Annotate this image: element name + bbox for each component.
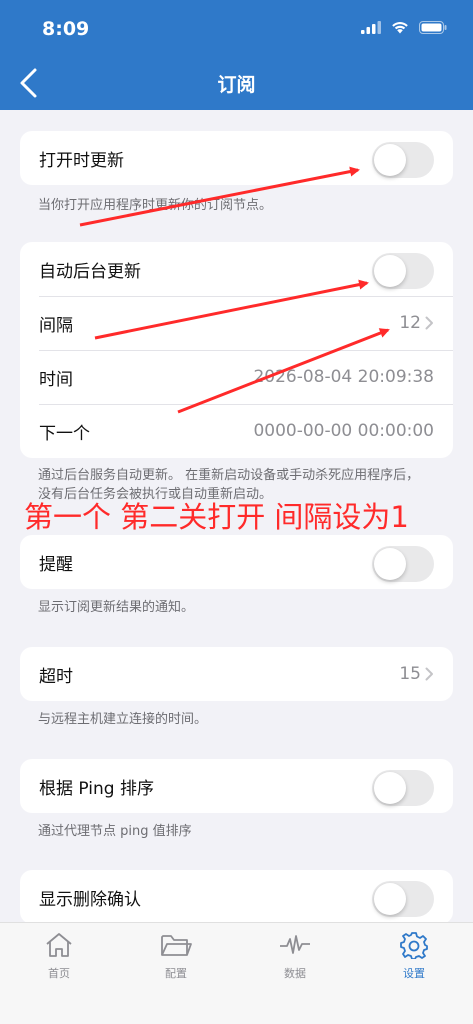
time-label: 时间: [39, 369, 73, 390]
status-time: 8:09: [42, 18, 90, 40]
tab-home[interactable]: 首页: [19, 931, 99, 981]
timeout-row[interactable]: 超时 15: [20, 647, 453, 701]
delete-confirm-label: 显示删除确认: [39, 889, 141, 910]
auto-update-row[interactable]: 自动后台更新: [20, 242, 453, 296]
chevron-right-icon: [425, 667, 433, 681]
timeout-label: 超时: [39, 666, 73, 687]
reminder-note: 显示订阅更新结果的通知。: [38, 600, 195, 615]
reminder-toggle[interactable]: [372, 546, 434, 582]
folder-icon: [161, 935, 192, 956]
timeout-value: 15: [399, 664, 421, 684]
tab-settings[interactable]: 设置: [374, 931, 454, 981]
interval-value: 12: [399, 313, 421, 333]
battery-icon: [419, 21, 447, 34]
timeout-card: 超时 15: [20, 647, 453, 701]
next-label: 下一个: [39, 423, 90, 444]
gear-icon: [400, 932, 428, 959]
tab-bar: 首页 配置 数据 设置: [0, 922, 473, 1024]
tab-settings-label: 设置: [403, 967, 425, 980]
ping-sort-label: 根据 Ping 排序: [39, 778, 154, 799]
interval-row[interactable]: 间隔 12: [20, 296, 453, 350]
time-value: 2026-08-04 20:09:38: [253, 367, 434, 387]
delete-confirm-toggle[interactable]: [372, 881, 434, 917]
cellular-signal-icon: [361, 21, 381, 34]
reminder-card: 提醒: [20, 535, 453, 589]
tab-data-label: 数据: [284, 967, 306, 980]
open-update-label: 打开时更新: [39, 150, 124, 171]
delete-confirm-card: 显示删除确认: [20, 870, 453, 924]
pulse-icon: [280, 935, 310, 954]
next-row: 下一个 0000-00-00 00:00:00: [20, 404, 453, 458]
interval-label: 间隔: [39, 315, 73, 336]
open-update-row[interactable]: 打开时更新: [20, 131, 453, 185]
home-icon: [46, 933, 72, 957]
open-update-card: 打开时更新: [20, 131, 453, 185]
ping-sort-toggle[interactable]: [372, 770, 434, 806]
open-update-toggle[interactable]: [372, 142, 434, 178]
status-bar: 8:09: [0, 0, 473, 56]
chevron-right-icon: [425, 316, 433, 330]
auto-update-toggle[interactable]: [372, 253, 434, 289]
timeout-note: 与远程主机建立连接的时间。: [38, 712, 208, 727]
page-title: 订阅: [217, 74, 256, 96]
next-value: 0000-00-00 00:00:00: [253, 421, 434, 441]
auto-update-label: 自动后台更新: [39, 261, 141, 282]
ping-sort-note: 通过代理节点 ping 值排序: [38, 824, 192, 839]
navigation-bar: 订阅: [0, 56, 473, 110]
time-row: 时间 2026-08-04 20:09:38: [20, 350, 453, 404]
tab-data[interactable]: 数据: [255, 931, 335, 981]
tab-home-label: 首页: [48, 967, 70, 980]
wifi-icon: [392, 22, 408, 34]
annotation-text: 第一个 第二关打开 间隔设为1: [24, 500, 409, 534]
reminder-label: 提醒: [39, 554, 73, 575]
auto-update-card: 自动后台更新 间隔 12 时间 2026-08-04 20:09:38 下一个 …: [20, 242, 453, 458]
delete-confirm-row[interactable]: 显示删除确认: [20, 870, 453, 924]
ping-sort-card: 根据 Ping 排序: [20, 759, 453, 813]
tab-config-label: 配置: [165, 967, 187, 980]
open-update-note: 当你打开应用程序时更新你的订阅节点。: [38, 198, 273, 213]
ping-sort-row[interactable]: 根据 Ping 排序: [20, 759, 453, 813]
tab-config[interactable]: 配置: [136, 931, 216, 981]
reminder-row[interactable]: 提醒: [20, 535, 453, 589]
